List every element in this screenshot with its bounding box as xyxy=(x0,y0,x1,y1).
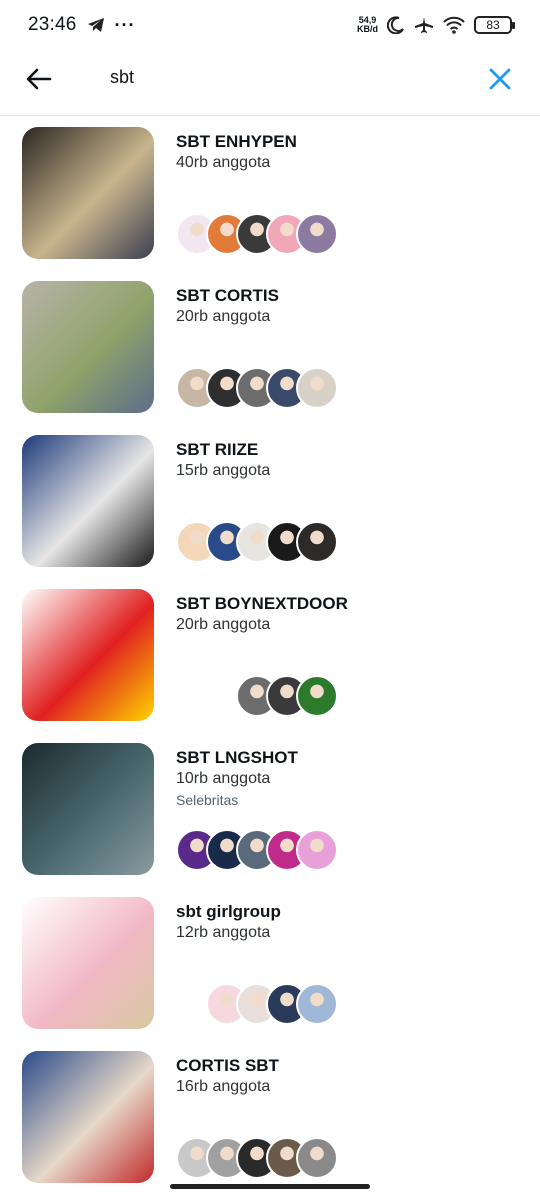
member-avatars xyxy=(176,213,338,255)
community-item[interactable]: sbt girlgroup 12rb anggota xyxy=(0,887,540,1041)
community-thumbnail xyxy=(22,589,154,721)
airplane-icon xyxy=(415,17,433,33)
community-member-count: 15rb anggota xyxy=(176,462,271,479)
search-header: sbt xyxy=(0,50,540,116)
member-avatars xyxy=(236,675,338,717)
community-thumbnail xyxy=(22,1051,154,1183)
community-name: SBT BOYNEXTDOOR xyxy=(176,594,348,613)
member-avatars xyxy=(176,1137,338,1179)
community-member-count: 12rb anggota xyxy=(176,924,271,941)
member-avatars xyxy=(206,983,338,1025)
home-indicator[interactable] xyxy=(170,1184,370,1189)
net-speed: 54,9 KB/d xyxy=(357,15,378,34)
search-input[interactable]: sbt xyxy=(110,67,134,88)
community-item[interactable]: SBT CORTIS 20rb anggota xyxy=(0,271,540,425)
community-name: SBT ENHYPEN xyxy=(176,132,297,151)
clear-search-icon[interactable] xyxy=(486,65,514,93)
more-notifications-icon: ··· xyxy=(114,14,136,35)
community-thumbnail xyxy=(22,435,154,567)
community-member-count: 20rb anggota xyxy=(176,308,271,325)
moon-icon xyxy=(387,16,404,34)
community-item[interactable]: SBT BOYNEXTDOOR 20rb anggota xyxy=(0,579,540,733)
status-bar: 23:46 ··· 54,9 KB/d 83 xyxy=(0,0,540,50)
status-time: 23:46 xyxy=(28,14,77,35)
community-item[interactable]: CORTIS SBT 16rb anggota xyxy=(0,1041,540,1195)
community-thumbnail xyxy=(22,127,154,259)
community-member-count: 10rb anggota xyxy=(176,770,271,787)
back-arrow-icon[interactable] xyxy=(24,64,54,94)
avatar xyxy=(296,675,338,717)
community-item[interactable]: SBT RIIZE 15rb anggota xyxy=(0,425,540,579)
member-avatars xyxy=(176,367,338,409)
community-name: SBT RIIZE xyxy=(176,440,259,459)
telegram-icon xyxy=(87,18,104,32)
wifi-icon xyxy=(443,16,465,34)
avatar xyxy=(296,1137,338,1179)
community-name: SBT CORTIS xyxy=(176,286,279,305)
community-name: sbt girlgroup xyxy=(176,902,281,921)
community-name: SBT LNGSHOT xyxy=(176,748,298,767)
avatar xyxy=(296,829,338,871)
community-item[interactable]: SBT LNGSHOT 10rb anggota Selebritas xyxy=(0,733,540,887)
battery-indicator: 83 xyxy=(474,16,515,34)
community-member-count: 20rb anggota xyxy=(176,616,271,633)
community-results-list: SBT ENHYPEN 40rb anggota SBT CORTIS 20rb an… xyxy=(0,117,540,1195)
avatar xyxy=(296,367,338,409)
community-name: CORTIS SBT xyxy=(176,1056,279,1075)
avatar xyxy=(296,521,338,563)
community-thumbnail xyxy=(22,897,154,1029)
member-avatars xyxy=(176,829,338,871)
community-item[interactable]: SBT ENHYPEN 40rb anggota xyxy=(0,117,540,271)
community-member-count: 16rb anggota xyxy=(176,1078,271,1095)
community-member-count: 40rb anggota xyxy=(176,154,271,171)
member-avatars xyxy=(176,521,338,563)
avatar xyxy=(296,983,338,1025)
community-thumbnail xyxy=(22,743,154,875)
community-thumbnail xyxy=(22,281,154,413)
avatar xyxy=(296,213,338,255)
community-category: Selebritas xyxy=(176,792,239,808)
